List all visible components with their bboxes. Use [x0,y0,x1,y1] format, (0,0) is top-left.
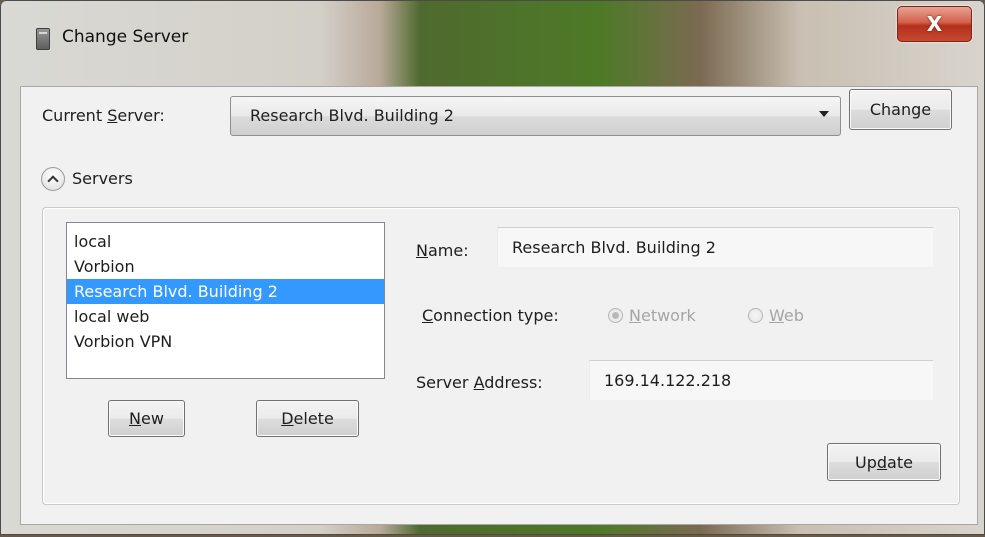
window-title: Change Server [62,27,189,47]
network-radio-label: Network [629,306,696,325]
chevron-up-icon[interactable] [41,167,65,191]
radio-unselected-icon [748,308,763,323]
delete-button[interactable]: Delete [256,400,359,437]
network-radio[interactable]: Network [608,306,696,325]
server-address-field[interactable] [589,360,933,400]
server-address-input[interactable] [590,361,933,400]
connection-type-label: Connection type: [422,306,559,325]
server-list[interactable]: local Vorbion Research Blvd. Building 2 … [66,222,385,379]
server-app-icon [36,28,50,50]
update-button[interactable]: Update [827,443,941,481]
chevron-down-icon [819,111,829,117]
change-button-label: Change [869,100,932,119]
name-input[interactable] [498,228,933,267]
change-button[interactable]: Change [849,89,952,130]
title-bar[interactable]: Change Server X [0,0,985,86]
current-server-value: Research Blvd. Building 2 [250,106,454,125]
server-address-label: Server Address: [416,373,543,392]
name-label: Name: [416,241,469,260]
list-item[interactable]: Vorbion [67,254,384,279]
radio-selected-icon [608,308,623,323]
delete-button-label: Delete [281,409,334,428]
new-button[interactable]: New [108,400,185,437]
servers-section-header[interactable]: Servers [72,169,133,188]
change-server-window: Change Server X Current Server: Research… [0,0,985,535]
update-button-label: Update [855,452,913,472]
list-item-selected[interactable]: Research Blvd. Building 2 [67,279,384,304]
list-item[interactable]: local web [67,304,384,329]
list-item[interactable]: Vorbion VPN [67,329,384,354]
close-button[interactable]: X [897,6,972,42]
current-server-dropdown[interactable]: Research Blvd. Building 2 [230,96,841,136]
close-icon: X [926,12,943,36]
dialog-client-area: Current Server: Research Blvd. Building … [20,86,978,525]
web-radio[interactable]: Web [748,306,804,325]
name-field[interactable] [497,227,933,267]
new-button-label: New [129,409,164,428]
current-server-label: Current Server: [42,106,165,125]
web-radio-label: Web [769,306,804,325]
list-item[interactable]: local [67,229,384,254]
